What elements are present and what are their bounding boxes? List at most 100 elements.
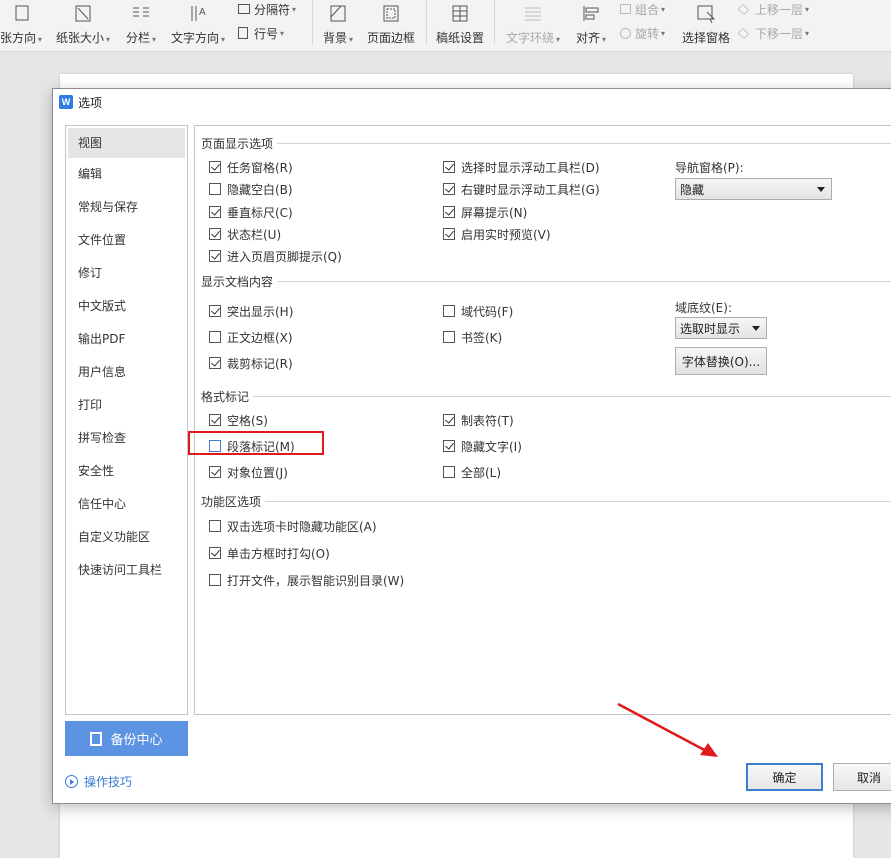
orientation-icon (15, 5, 29, 21)
send-backward-button[interactable]: 下移一层 ▾ (737, 24, 809, 42)
checkbox-label: 打开文件，展示智能识别目录(W) (227, 573, 405, 588)
checkbox-box[interactable] (209, 206, 221, 218)
checkbox-box[interactable] (209, 357, 221, 369)
checkbox-box[interactable] (443, 161, 455, 173)
checkbox-dblclick-hide-ribbon[interactable]: 双击选项卡时隐藏功能区(A) (209, 518, 377, 534)
orientation-button[interactable]: 张方向 ▾ (0, 0, 46, 46)
selection-pane-icon (697, 5, 716, 23)
checkbox-box[interactable] (209, 331, 221, 343)
wps-writer-icon: W (59, 95, 73, 109)
checkbox-hide-whitespace[interactable]: 隐藏空白(B) (209, 181, 293, 197)
field-shading-select[interactable]: 选取时显示 (675, 317, 767, 339)
checkbox-object-anchors[interactable]: 对象位置(J) (209, 464, 288, 480)
font-replace-button[interactable]: 字体替换(O)... (675, 347, 767, 375)
checkbox-box[interactable] (443, 331, 455, 343)
checkbox-highlight[interactable]: 突出显示(H) (209, 303, 293, 319)
nav-item-export-pdf[interactable]: 输出PDF (66, 323, 187, 356)
checkbox-box[interactable] (209, 183, 221, 195)
checkbox-task-pane[interactable]: 任务窗格(R) (209, 159, 293, 175)
nav-item-print[interactable]: 打印 (66, 389, 187, 422)
checkbox-box[interactable] (443, 414, 455, 426)
checkbox-float-toolbar-rightclick[interactable]: 右键时显示浮动工具栏(G) (443, 181, 600, 197)
checkbox-bookmarks[interactable]: 书签(K) (443, 329, 502, 345)
checkbox-live-preview[interactable]: 启用实时预览(V) (443, 226, 551, 242)
checkbox-box[interactable] (443, 305, 455, 317)
options-nav: 视图 编辑 常规与保存 文件位置 修订 中文版式 输出PDF 用户信息 打印 拼… (65, 125, 188, 715)
nav-item-customize-ribbon[interactable]: 自定义功能区 (66, 521, 187, 554)
separator-button[interactable]: 分隔符 ▾ (238, 0, 296, 18)
checkbox-box[interactable] (209, 466, 221, 478)
checkbox-label: 双击选项卡时隐藏功能区(A) (227, 519, 377, 534)
dialog-titlebar[interactable]: W 选项 (53, 89, 891, 115)
checkbox-box[interactable] (443, 440, 455, 452)
checkbox-label: 制表符(T) (461, 413, 514, 428)
checkbox-smart-toc[interactable]: 打开文件，展示智能识别目录(W) (209, 572, 404, 588)
rotate-button[interactable]: 旋转 ▾ (620, 24, 665, 42)
columns-button[interactable]: 分栏 ▾ (121, 0, 161, 46)
checkbox-tab-characters[interactable]: 制表符(T) (443, 412, 514, 428)
checkbox-float-toolbar-select[interactable]: 选择时显示浮动工具栏(D) (443, 159, 600, 175)
line-number-button[interactable]: 行号 ▾ (238, 24, 284, 42)
ribbon-divider (312, 0, 313, 44)
checkbox-box[interactable] (443, 206, 455, 218)
nav-item-revision[interactable]: 修订 (66, 257, 187, 290)
text-direction-button[interactable]: A 文字方向 ▾ (168, 0, 228, 46)
page-border-button[interactable]: 页面边框 (364, 0, 418, 46)
nav-item-spell-check[interactable]: 拼写检查 (66, 422, 187, 455)
columns-icon (133, 7, 149, 17)
checkbox-spaces[interactable]: 空格(S) (209, 412, 268, 428)
nav-pane-select[interactable]: 隐藏 (675, 178, 832, 200)
checkbox-label: 书签(K) (461, 330, 503, 345)
selection-pane-button[interactable]: 选择窗格 (678, 0, 734, 46)
nav-item-chinese-layout[interactable]: 中文版式 (66, 290, 187, 323)
checkbox-label: 隐藏空白(B) (227, 182, 293, 197)
background-button[interactable]: 背景 ▾ (318, 0, 358, 46)
checkbox-box[interactable] (209, 161, 221, 173)
nav-item-security[interactable]: 安全性 (66, 455, 187, 488)
checkbox-box[interactable] (209, 414, 221, 426)
nav-item-file-location[interactable]: 文件位置 (66, 224, 187, 257)
checkbox-status-bar[interactable]: 状态栏(U) (209, 226, 281, 242)
nav-item-trust-center[interactable]: 信任中心 (66, 488, 187, 521)
draft-paper-button[interactable]: 稿纸设置 (433, 0, 487, 46)
checkbox-text-boundaries[interactable]: 正文边框(X) (209, 329, 293, 345)
checkbox-field-codes[interactable]: 域代码(F) (443, 303, 513, 319)
tips-link[interactable]: 操作技巧 (65, 773, 132, 790)
checkbox-box[interactable] (209, 520, 221, 532)
nav-item-view[interactable]: 视图 (68, 128, 185, 158)
checkbox-box[interactable] (443, 183, 455, 195)
checkbox-vertical-ruler[interactable]: 垂直标尺(C) (209, 204, 293, 220)
align-button[interactable]: 对齐 ▾ (570, 0, 612, 46)
paper-size-icon (75, 5, 91, 22)
checkbox-box[interactable] (443, 466, 455, 478)
text-wrap-button[interactable]: 文字环绕 ▾ (502, 0, 564, 46)
checkbox-box[interactable] (209, 574, 221, 586)
bring-forward-button[interactable]: 上移一层 ▾ (737, 0, 809, 18)
cancel-button[interactable]: 取消 (833, 763, 891, 791)
nav-item-quick-access-toolbar[interactable]: 快速访问工具栏 (66, 554, 187, 587)
checkbox-hidden-text[interactable]: 隐藏文字(I) (443, 438, 522, 454)
checkbox-crop-marks[interactable]: 裁剪标记(R) (209, 355, 293, 371)
checkbox-box[interactable] (209, 547, 221, 559)
dropdown-arrow-icon (752, 326, 760, 331)
checkbox-box[interactable] (209, 305, 221, 317)
backup-center-button[interactable]: 备份中心 (65, 721, 188, 756)
background-icon (330, 5, 346, 22)
group-button[interactable]: 组合 ▾ (620, 0, 665, 18)
nav-item-edit[interactable]: 编辑 (66, 158, 187, 191)
checkbox-click-box-to-check[interactable]: 单击方框时打勾(O) (209, 545, 330, 561)
paper-size-button[interactable]: 纸张大小 ▾ (54, 0, 112, 46)
nav-item-general-save[interactable]: 常规与保存 (66, 191, 187, 224)
nav-item-user-info[interactable]: 用户信息 (66, 356, 187, 389)
nav-pane-label: 导航窗格(P): (675, 161, 744, 175)
checkbox-box[interactable] (209, 250, 221, 262)
checkbox-all-marks[interactable]: 全部(L) (443, 464, 501, 480)
dialog-title: 选项 (78, 95, 103, 110)
checkbox-label: 正文边框(X) (227, 330, 293, 345)
section-divider (203, 143, 891, 144)
checkbox-screen-tips[interactable]: 屏幕提示(N) (443, 204, 527, 220)
checkbox-box[interactable] (209, 228, 221, 240)
checkbox-box[interactable] (443, 228, 455, 240)
checkbox-header-footer-hint[interactable]: 进入页眉页脚提示(Q) (209, 248, 342, 264)
ok-button[interactable]: 确定 (746, 763, 823, 791)
